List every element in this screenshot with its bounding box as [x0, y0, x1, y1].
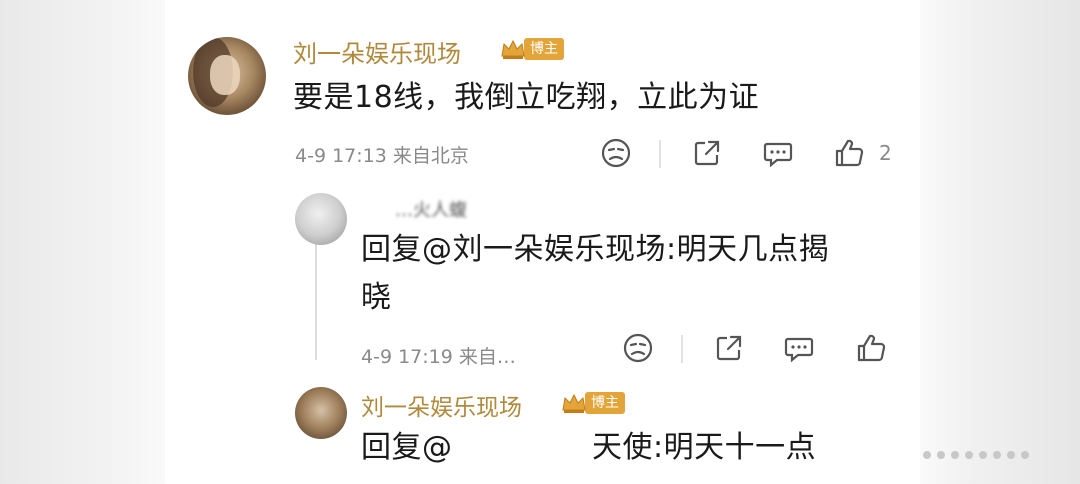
comment-icon[interactable]: [761, 136, 795, 170]
reply-text-suffix: 天使:明天十一点: [592, 430, 817, 465]
divider: [659, 140, 661, 168]
watermark-dots: [920, 444, 1070, 466]
reply-text-line2: 晓: [361, 280, 392, 315]
redaction: [455, 428, 565, 468]
reply-thread-line: [315, 235, 317, 360]
comment-icon[interactable]: [782, 331, 816, 365]
dislike-icon[interactable]: [621, 331, 655, 365]
avatar[interactable]: [295, 193, 347, 245]
reply-text: 回复@刘一朵娱乐现场:明天几点揭: [361, 232, 830, 267]
share-icon[interactable]: [690, 136, 724, 170]
reply-author[interactable]: …火人蝮: [395, 196, 525, 221]
avatar[interactable]: [188, 37, 266, 115]
like-count: 2: [879, 141, 892, 165]
like-icon[interactable]: [832, 136, 866, 170]
comment-meta: 4-9 17:13 来自北京: [295, 145, 469, 167]
reply-meta: 4-9 17:19 来自…: [361, 346, 516, 368]
comment-author[interactable]: 刘一朵娱乐现场: [293, 34, 461, 69]
like-icon[interactable]: [854, 331, 888, 365]
crown-icon: [500, 36, 526, 62]
reply-author[interactable]: 刘一朵娱乐现场: [361, 388, 522, 422]
reply-text: 回复@l: [361, 430, 462, 465]
right-blur-edge: [920, 0, 1080, 484]
left-blur-edge: [0, 0, 165, 484]
comment-card: 刘一朵娱乐现场 博主 要是18线，我倒立吃翔，立此为证 4-9 17:13 来自…: [165, 0, 920, 484]
comment-text: 要是18线，我倒立吃翔，立此为证: [293, 80, 760, 115]
avatar[interactable]: [295, 387, 347, 439]
divider: [681, 335, 683, 363]
share-icon[interactable]: [712, 331, 746, 365]
blogger-badge: 博主: [500, 36, 564, 62]
blogger-badge: 博主: [561, 390, 625, 416]
dislike-icon[interactable]: [599, 136, 633, 170]
crown-icon: [561, 390, 587, 416]
